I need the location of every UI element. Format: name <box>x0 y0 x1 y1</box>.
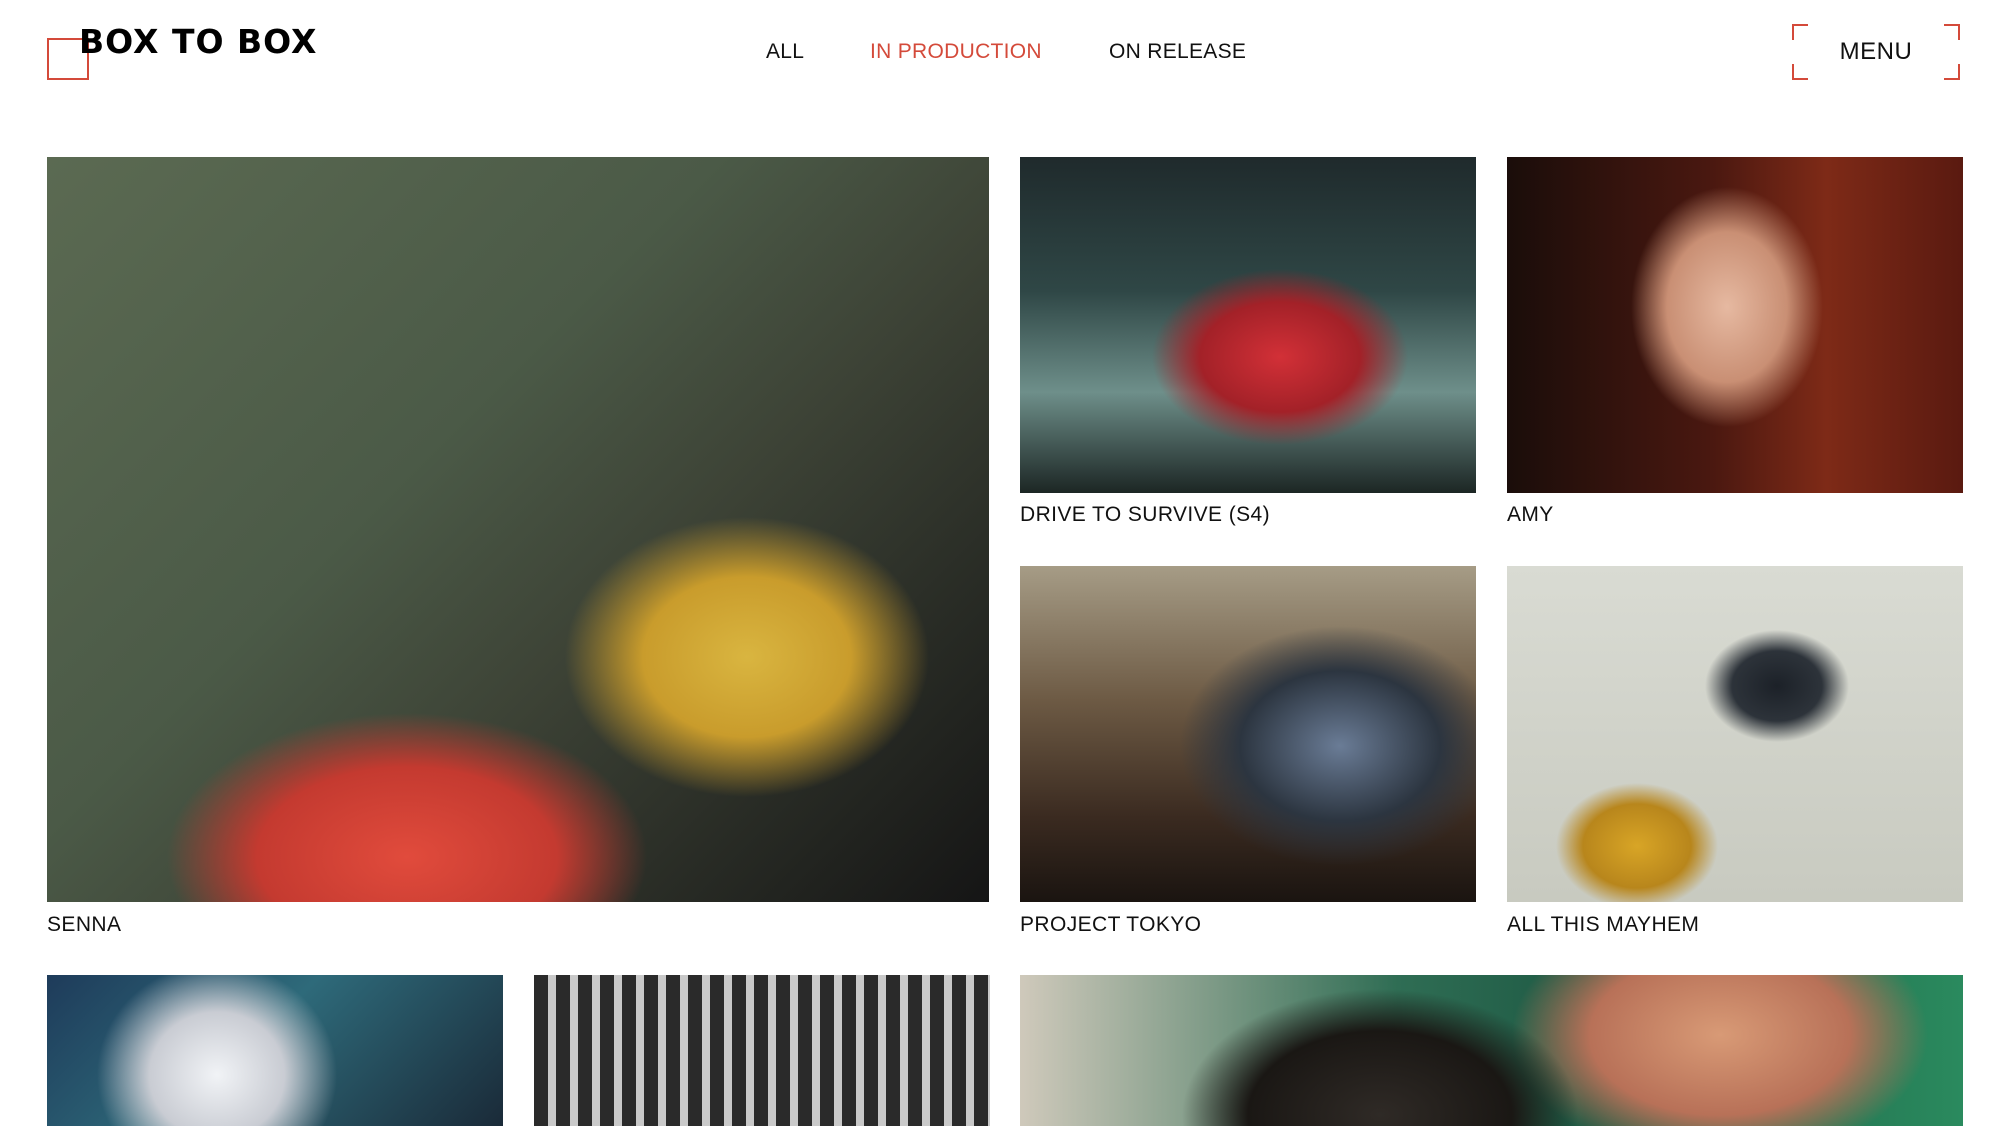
project-thumbnail <box>47 975 503 1126</box>
nav-item-in-production[interactable]: IN PRODUCTION <box>870 40 1042 64</box>
project-title: AMY <box>1507 503 1554 526</box>
menu-button[interactable]: MENU <box>1792 24 1960 80</box>
project-title: ALL THIS MAYHEM <box>1507 913 1700 936</box>
project-card-senna[interactable]: SENNA <box>47 157 989 947</box>
project-card[interactable] <box>47 975 503 1126</box>
project-card-drive-to-survive[interactable]: DRIVE TO SURVIVE (S4) <box>1020 157 1476 537</box>
project-thumbnail <box>1020 157 1476 493</box>
project-card-project-tokyo[interactable]: PROJECT TOKYO <box>1020 566 1476 946</box>
project-card[interactable] <box>534 975 990 1126</box>
project-thumbnail <box>1507 566 1963 902</box>
project-thumbnail <box>1020 566 1476 902</box>
project-thumbnail <box>1507 157 1963 493</box>
corner-bracket-icon <box>1792 64 1808 80</box>
project-title: DRIVE TO SURVIVE (S4) <box>1020 503 1270 526</box>
project-title: SENNA <box>47 913 122 936</box>
nav-item-on-release[interactable]: ON RELEASE <box>1109 40 1246 64</box>
project-thumbnail <box>47 157 989 902</box>
menu-label: MENU <box>1839 38 1913 65</box>
nav-item-all[interactable]: ALL <box>766 40 804 64</box>
project-card[interactable] <box>1020 975 1963 1126</box>
project-thumbnail <box>1020 975 1963 1126</box>
project-title: PROJECT TOKYO <box>1020 913 1202 936</box>
corner-bracket-icon <box>1944 64 1960 80</box>
filter-nav: ALL IN PRODUCTION ON RELEASE <box>0 40 2000 70</box>
project-card-all-this-mayhem[interactable]: ALL THIS MAYHEM <box>1507 566 1963 946</box>
project-card-amy[interactable]: AMY <box>1507 157 1963 537</box>
project-thumbnail <box>534 975 990 1126</box>
